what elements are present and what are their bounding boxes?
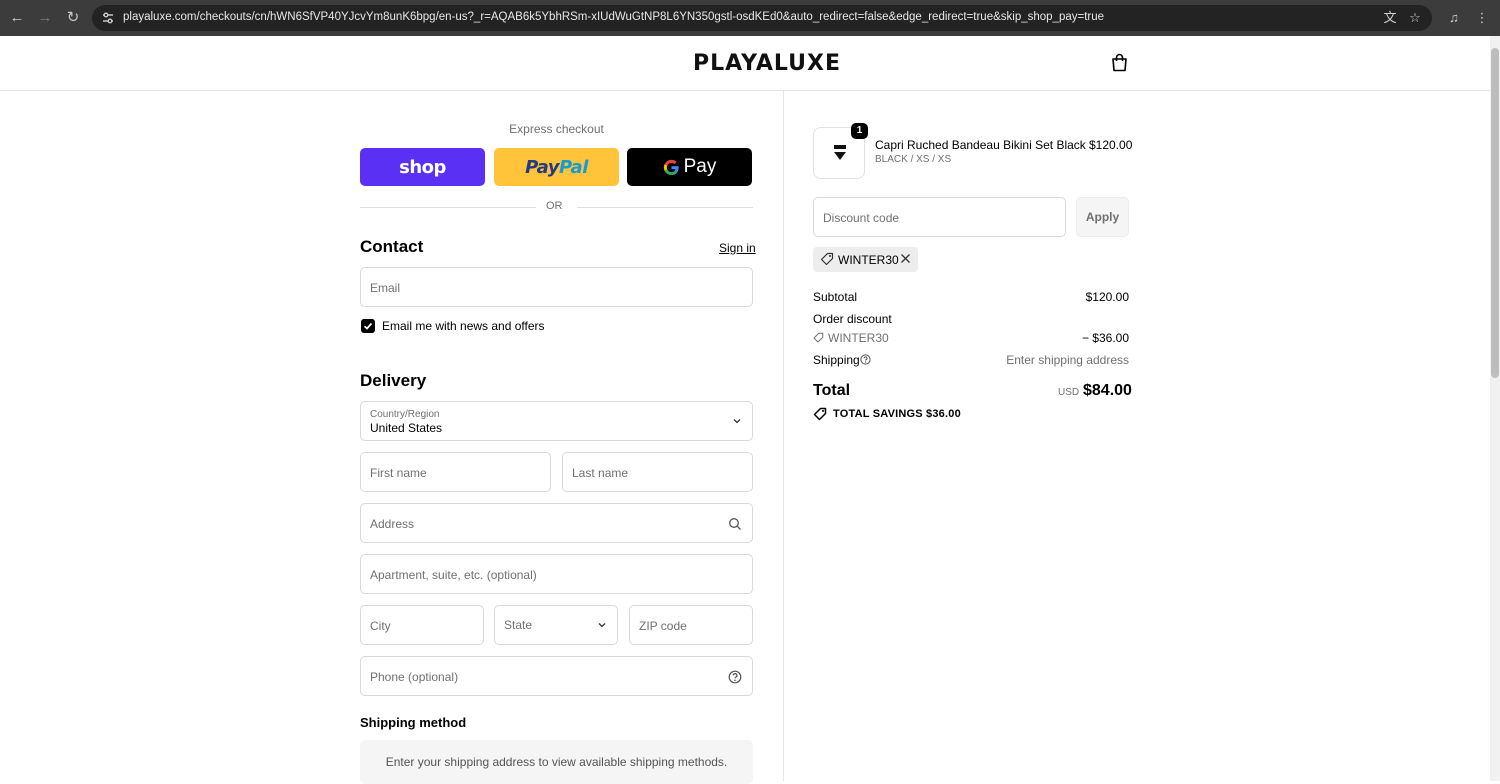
subtotal-label: Subtotal xyxy=(813,290,858,304)
discount-code-field[interactable]: Discount code xyxy=(813,197,1066,237)
media-control-icon[interactable]: ♫ xyxy=(1445,9,1463,27)
apply-discount-button[interactable]: Apply xyxy=(1076,197,1129,237)
total-currency: USD xyxy=(1058,387,1080,398)
subtotal-value: $120.00 xyxy=(1085,290,1129,304)
applied-code: WINTER30 xyxy=(838,253,899,267)
or-label: OR xyxy=(546,200,563,212)
country-label: Country/Region xyxy=(370,409,440,420)
bookmark-star-icon[interactable]: ☆ xyxy=(1407,10,1423,26)
google-pay-button[interactable]: Pay xyxy=(627,148,752,186)
product-variant: BLACK / XS / XS xyxy=(875,154,952,165)
order-discount-label: Order discount xyxy=(813,312,892,326)
product-price: $120.00 xyxy=(1089,138,1133,152)
translate-icon[interactable]: 文 xyxy=(1382,10,1398,26)
shipping-method-message: Enter your shipping address to view avai… xyxy=(385,755,728,769)
search-icon xyxy=(729,518,741,530)
site-settings-icon[interactable] xyxy=(100,10,116,26)
country-select[interactable]: Country/Region United States xyxy=(360,401,753,441)
tag-icon xyxy=(813,407,827,421)
newsletter-label[interactable]: Email me with news and offers xyxy=(382,319,545,333)
zip-field[interactable]: ZIP code xyxy=(629,605,753,645)
reload-icon[interactable]: ↻ xyxy=(63,8,83,28)
chevron-down-icon xyxy=(733,419,741,424)
forward-icon[interactable]: → xyxy=(35,8,55,28)
quantity-badge: 1 xyxy=(851,123,868,139)
state-select[interactable]: State xyxy=(494,605,618,645)
browser-toolbar: ← → ↻ playaluxe.com/checkouts/cn/hWN6SfV… xyxy=(0,0,1500,36)
browser-menu-icon[interactable]: ⋮ xyxy=(1473,9,1491,27)
first-name-placeholder: First name xyxy=(370,466,427,480)
apartment-field[interactable]: Apartment, suite, etc. (optional) xyxy=(360,554,753,594)
total-amount: $84.00 xyxy=(1083,382,1132,399)
discount-placeholder: Discount code xyxy=(823,211,900,225)
paypal-logo: PayPal xyxy=(525,156,588,178)
store-header: PLAYALUXE xyxy=(0,36,1490,91)
shipping-method-notice: Enter your shipping address to view avai… xyxy=(360,740,753,784)
discount-code-name: WINTER30 xyxy=(828,331,889,345)
back-icon[interactable]: ← xyxy=(7,8,27,28)
tag-icon xyxy=(820,252,834,266)
sign-in-link[interactable]: Sign in xyxy=(719,241,756,255)
google-pay-label: Pay xyxy=(683,156,717,177)
shop-pay-label: shop xyxy=(399,156,446,178)
shopping-bag-icon[interactable] xyxy=(1111,53,1128,72)
store-logo[interactable]: PLAYALUXE xyxy=(693,51,841,76)
applied-discount-chip: WINTER30 xyxy=(813,247,918,272)
state-placeholder: State xyxy=(504,618,533,632)
shipping-label: Shipping xyxy=(813,353,860,367)
last-name-field[interactable]: Last name xyxy=(562,452,753,492)
apartment-placeholder: Apartment, suite, etc. (optional) xyxy=(370,568,537,582)
express-checkout-title: Express checkout xyxy=(509,122,604,136)
chevron-down-icon xyxy=(598,623,606,628)
product-name: Capri Ruched Bandeau Bikini Set Black xyxy=(875,138,1086,152)
page-scrollbar[interactable] xyxy=(1490,36,1500,781)
email-placeholder: Email xyxy=(370,281,401,295)
google-g-icon xyxy=(663,159,679,175)
total-label: Total xyxy=(813,382,851,399)
last-name-placeholder: Last name xyxy=(572,466,629,480)
shipping-method-heading: Shipping method xyxy=(360,715,467,730)
shop-pay-button[interactable]: shop xyxy=(360,148,485,186)
phone-field[interactable]: Phone (optional) xyxy=(360,656,753,696)
delivery-heading: Delivery xyxy=(360,371,427,390)
url-text[interactable]: playaluxe.com/checkouts/cn/hWN6SfVP40YJc… xyxy=(123,11,1104,23)
address-bar[interactable]: playaluxe.com/checkouts/cn/hWN6SfVP40YJc… xyxy=(92,5,1432,31)
paypal-button[interactable]: PayPal xyxy=(494,148,619,186)
city-field[interactable]: City xyxy=(360,605,484,645)
city-placeholder: City xyxy=(370,619,391,633)
address-field[interactable]: Address xyxy=(360,503,753,543)
discount-amount: − $36.00 xyxy=(1081,331,1129,345)
help-circle-icon[interactable] xyxy=(728,670,742,684)
address-placeholder: Address xyxy=(370,517,415,531)
shipping-value: Enter shipping address xyxy=(1006,353,1129,367)
phone-placeholder: Phone (optional) xyxy=(370,670,459,684)
scrollbar-thumb[interactable] xyxy=(1491,48,1499,378)
newsletter-checkbox[interactable] xyxy=(361,319,375,333)
remove-discount-icon[interactable] xyxy=(900,253,911,264)
total-savings-text: TOTAL SAVINGS $36.00 xyxy=(833,408,961,420)
zip-placeholder: ZIP code xyxy=(639,619,687,633)
tag-icon xyxy=(813,332,824,343)
checkmark-icon xyxy=(363,322,373,330)
country-value: United States xyxy=(370,421,443,435)
column-divider xyxy=(783,91,784,781)
first-name-field[interactable]: First name xyxy=(360,452,551,492)
contact-heading: Contact xyxy=(360,237,424,256)
help-circle-icon[interactable] xyxy=(860,354,871,365)
or-divider: OR xyxy=(360,199,753,215)
email-field[interactable]: Email xyxy=(360,267,753,307)
